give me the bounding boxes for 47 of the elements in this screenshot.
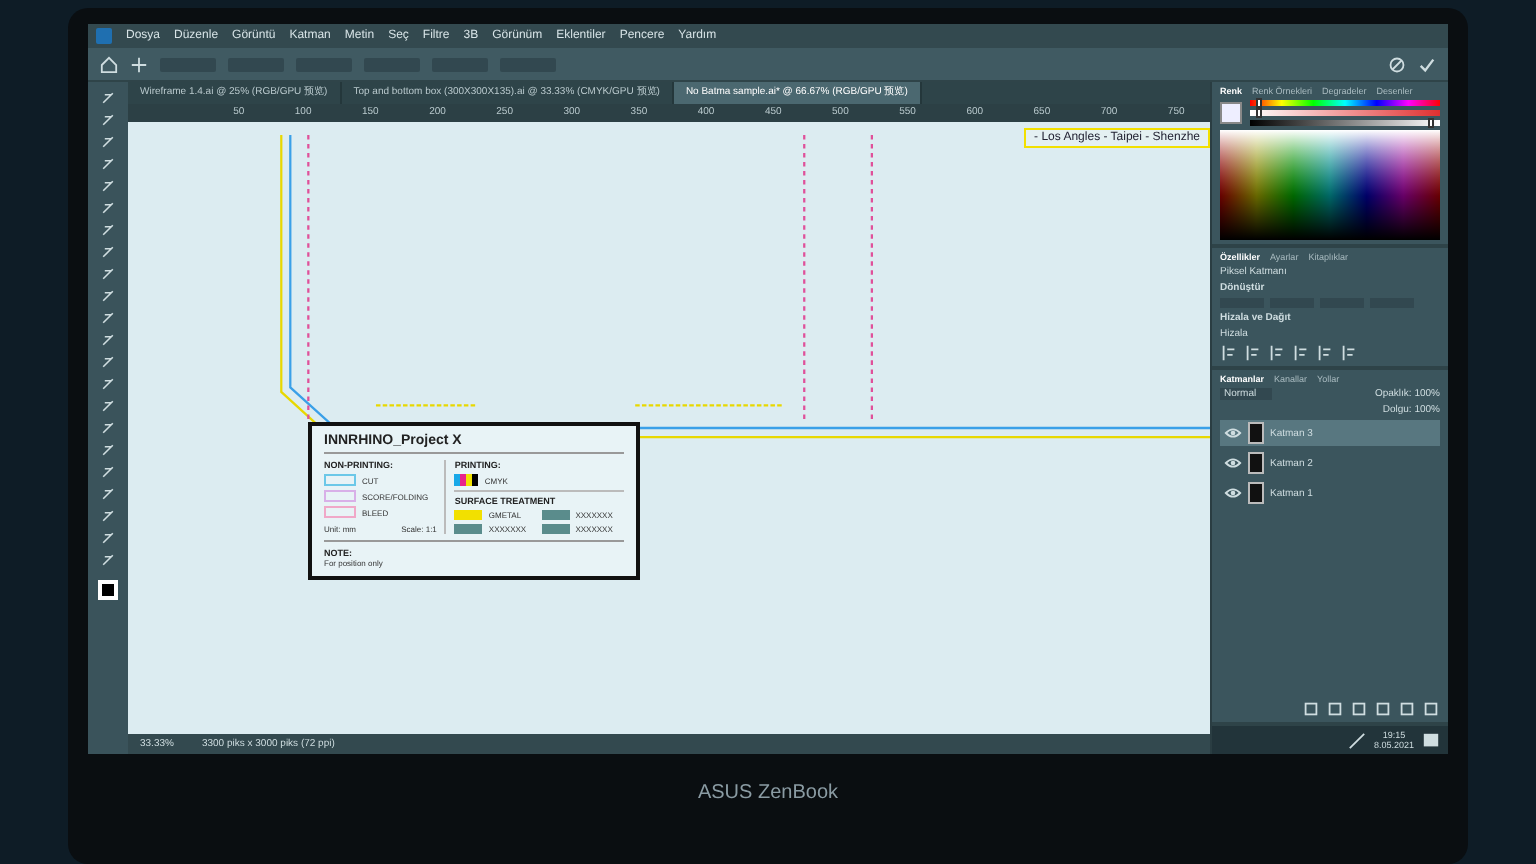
app-logo-icon — [96, 28, 112, 44]
tool-icon[interactable] — [100, 112, 116, 128]
layer-thumbnail — [1248, 452, 1264, 474]
tool-icon[interactable] — [100, 200, 116, 216]
tool-icon[interactable] — [100, 354, 116, 370]
tool-icon[interactable] — [100, 552, 116, 568]
tool-icon[interactable] — [100, 530, 116, 546]
tool-icon[interactable] — [100, 508, 116, 524]
tool-icon[interactable] — [100, 310, 116, 326]
tool-icon[interactable] — [100, 266, 116, 282]
tool-icon[interactable] — [100, 486, 116, 502]
brand-logo: ASUS ZenBook — [697, 782, 839, 804]
home-icon[interactable] — [100, 55, 118, 73]
align-icon[interactable] — [1292, 344, 1310, 362]
dashed-guide-line — [375, 404, 478, 407]
eye-icon[interactable] — [1224, 454, 1242, 472]
tool-icon[interactable] — [100, 244, 116, 260]
tool-icon[interactable] — [100, 134, 116, 150]
layer-thumbnail — [1248, 422, 1264, 444]
tool-icon[interactable] — [100, 442, 116, 458]
cmyk-swatches-icon — [454, 474, 479, 486]
tool-icon[interactable] — [100, 464, 116, 480]
tool-icon[interactable] — [100, 222, 116, 238]
tool-icon[interactable] — [100, 332, 116, 348]
align-icon[interactable] — [1268, 344, 1286, 362]
color-spectrum[interactable] — [1220, 130, 1440, 240]
eye-icon[interactable] — [1224, 424, 1242, 442]
hue-slider-thumb[interactable] — [1256, 98, 1263, 108]
align-icon[interactable] — [1316, 344, 1334, 362]
confirm-icon[interactable] — [1418, 55, 1436, 73]
color-swatch-icon[interactable] — [1220, 102, 1242, 124]
layer-thumbnail — [1248, 482, 1264, 504]
tool-icon[interactable] — [100, 376, 116, 392]
brightness-slider-thumb[interactable] — [1427, 118, 1434, 128]
cancel-icon[interactable] — [1388, 55, 1406, 73]
tool-icon[interactable] — [100, 178, 116, 194]
eye-icon[interactable] — [1224, 484, 1242, 502]
align-icon[interactable] — [1244, 344, 1262, 362]
color-swatches-icon[interactable] — [98, 580, 118, 600]
align-icon[interactable] — [1340, 344, 1358, 362]
tool-icon[interactable] — [100, 156, 116, 172]
tool-icon[interactable] — [100, 288, 116, 304]
tool-icon[interactable] — [100, 398, 116, 414]
tool-icon[interactable] — [100, 420, 116, 436]
saturation-slider-thumb[interactable] — [1256, 108, 1263, 118]
align-icon[interactable] — [1220, 344, 1238, 362]
tool-icon[interactable] — [100, 90, 116, 106]
